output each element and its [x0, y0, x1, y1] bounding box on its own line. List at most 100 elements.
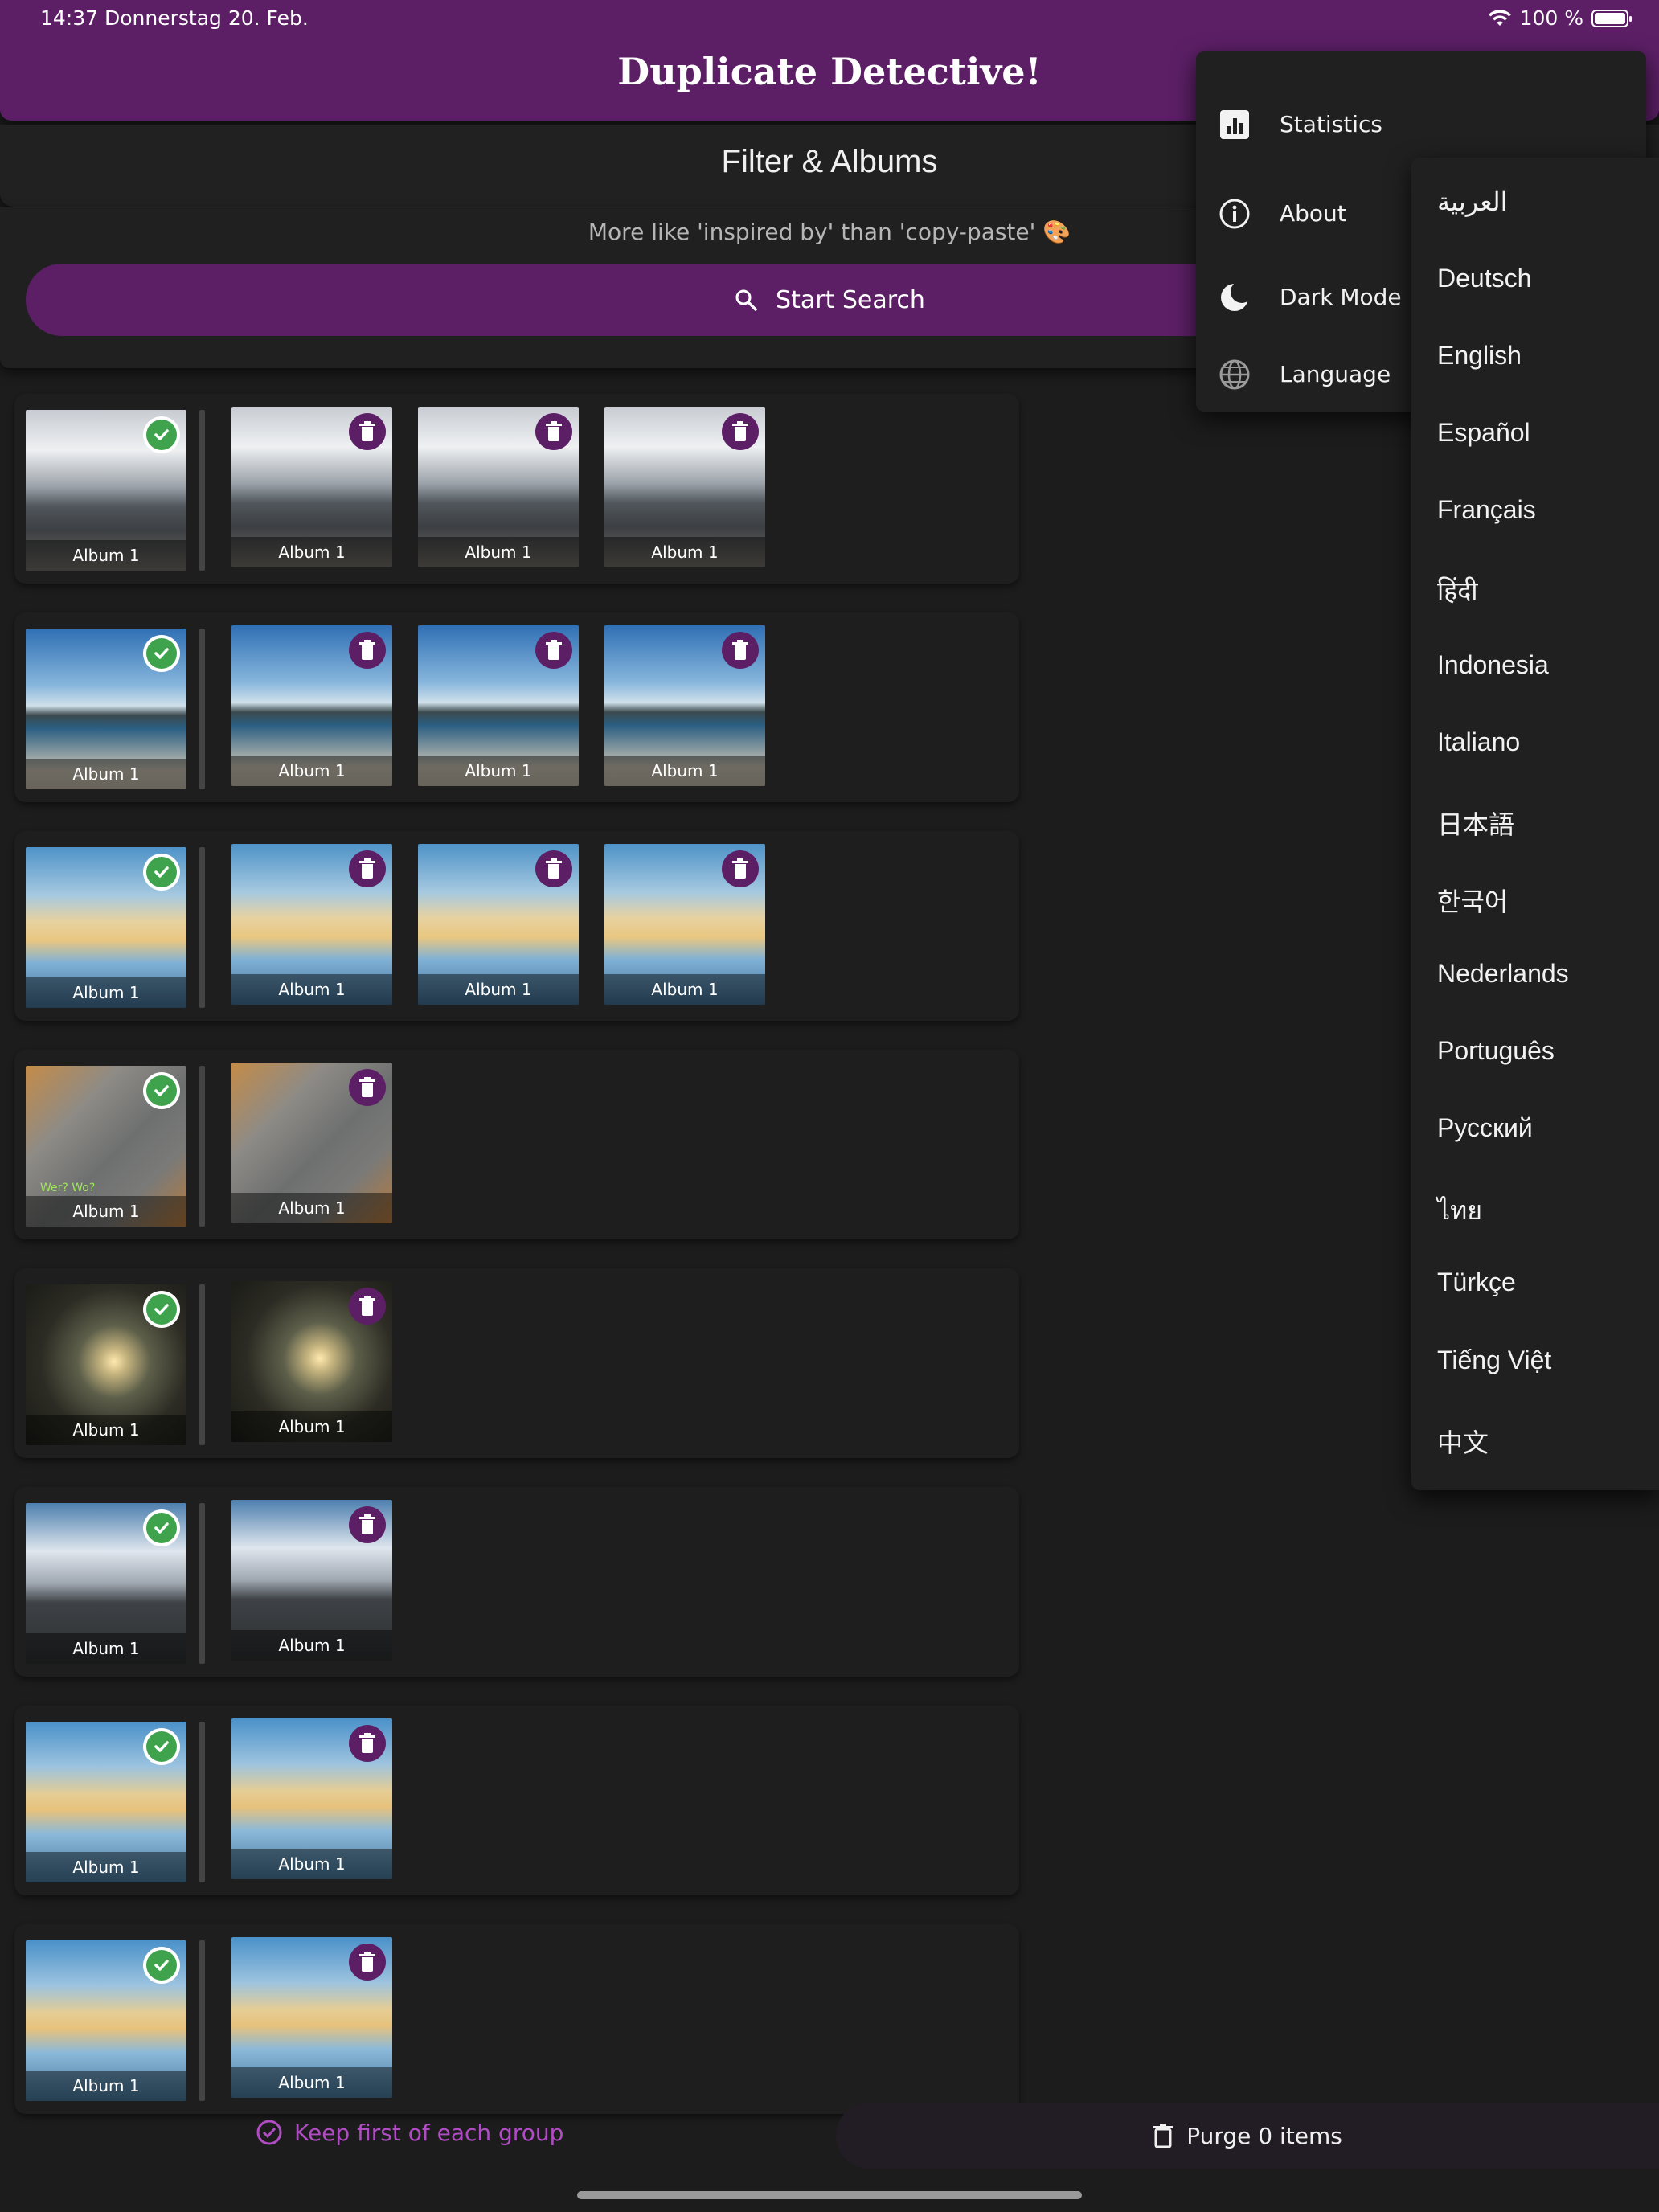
album-label: Album 1 [604, 756, 765, 786]
keep-check-icon[interactable] [143, 1072, 180, 1109]
moon-icon [1219, 281, 1251, 313]
thumbnail-delete[interactable]: Album 1 [231, 844, 392, 1005]
language-option[interactable]: English [1437, 341, 1522, 371]
language-option[interactable]: Português [1437, 1036, 1555, 1066]
album-label: Album 1 [604, 974, 765, 1005]
thumbnail-keep[interactable]: Album 1 [26, 1940, 186, 2101]
album-label: Album 1 [231, 1193, 392, 1223]
language-option[interactable]: Indonesia [1437, 650, 1549, 680]
delete-trash-icon[interactable] [535, 632, 572, 669]
delete-trash-icon[interactable] [349, 850, 386, 887]
thumbnail-delete[interactable]: Album 1 [418, 844, 579, 1005]
language-submenu: العربية Deutsch English Español Français हिंद… [1411, 158, 1659, 1490]
language-option[interactable]: Nederlands [1437, 959, 1569, 989]
thumbnail-delete[interactable]: Album 1 [604, 844, 765, 1005]
album-label: Album 1 [26, 759, 186, 789]
keep-check-icon[interactable] [143, 854, 180, 891]
language-option[interactable]: हिंदी [1437, 573, 1478, 608]
album-label: Album 1 [231, 974, 392, 1005]
album-label: Album 1 [26, 540, 186, 571]
menu-item-statistics[interactable]: Statistics [1196, 88, 1646, 160]
group-divider [199, 1066, 205, 1227]
menu-label: About [1280, 199, 1346, 227]
delete-trash-icon[interactable] [722, 632, 759, 669]
battery-icon [1591, 9, 1632, 27]
language-option[interactable]: Tiếng Việt [1437, 1346, 1551, 1375]
purge-button[interactable]: Purge 0 items [836, 2103, 1659, 2169]
delete-trash-icon[interactable] [349, 413, 386, 450]
thumbnail-keep[interactable]: Wer? Wo? Album 1 [26, 1066, 186, 1227]
delete-trash-icon[interactable] [349, 1069, 386, 1106]
album-label: Album 1 [26, 1852, 186, 1882]
delete-trash-icon[interactable] [535, 413, 572, 450]
album-label: Album 1 [231, 756, 392, 786]
check-circle-icon [256, 2120, 282, 2145]
bar-chart-icon [1219, 109, 1251, 141]
globe-icon [1219, 358, 1251, 391]
keep-check-icon[interactable] [143, 1947, 180, 1984]
thumbnail-delete[interactable]: Album 1 [418, 407, 579, 567]
thumbnail-keep[interactable]: Album 1 [26, 1284, 186, 1445]
album-label: Album 1 [231, 1630, 392, 1661]
status-indicators: 100 % [1488, 6, 1632, 30]
thumbnail-delete[interactable]: Album 1 [231, 407, 392, 567]
keep-check-icon[interactable] [143, 1509, 180, 1546]
thumbnail-delete[interactable]: Album 1 [231, 1281, 392, 1442]
language-option[interactable]: Türkçe [1437, 1268, 1516, 1297]
keep-check-icon[interactable] [143, 1291, 180, 1328]
photo-caption: Wer? Wo? [40, 1182, 96, 1194]
thumbnail-delete[interactable]: Album 1 [231, 1937, 392, 2098]
status-time-date: 14:37 Donnerstag 20. Feb. [40, 6, 309, 30]
group-divider [199, 1503, 205, 1664]
language-option[interactable]: 中文 [1437, 1423, 1489, 1460]
album-label: Album 1 [26, 1196, 186, 1227]
keep-check-icon[interactable] [143, 1728, 180, 1765]
language-option[interactable]: Русский [1437, 1113, 1533, 1143]
group-divider [199, 1940, 205, 2101]
thumbnail-delete[interactable]: Album 1 [604, 407, 765, 567]
thumbnail-keep[interactable]: Album 1 [26, 847, 186, 1008]
menu-label: Dark Mode [1280, 283, 1402, 310]
album-label: Album 1 [26, 1415, 186, 1445]
start-search-label: Start Search [776, 285, 925, 314]
language-option[interactable]: العربية [1437, 186, 1507, 217]
keep-check-icon[interactable] [143, 416, 180, 453]
purge-label: Purge 0 items [1186, 2122, 1342, 2149]
album-label: Album 1 [418, 974, 579, 1005]
info-icon [1219, 198, 1251, 230]
keep-first-button[interactable]: Keep first of each group [256, 2119, 563, 2146]
delete-trash-icon[interactable] [349, 1506, 386, 1543]
language-option[interactable]: ไทย [1437, 1190, 1482, 1231]
thumbnail-keep[interactable]: Album 1 [26, 629, 186, 789]
delete-trash-icon[interactable] [722, 850, 759, 887]
delete-trash-icon[interactable] [349, 1725, 386, 1762]
group-divider [199, 629, 205, 789]
language-option[interactable]: 日本語 [1437, 805, 1514, 842]
thumbnail-delete[interactable]: Album 1 [231, 1718, 392, 1879]
battery-percent: 100 % [1519, 6, 1583, 30]
language-option[interactable]: Deutsch [1437, 264, 1531, 293]
language-option[interactable]: Italiano [1437, 727, 1520, 757]
thumbnail-delete[interactable]: Album 1 [231, 1063, 392, 1223]
album-label: Album 1 [418, 537, 579, 567]
thumbnail-keep[interactable]: Album 1 [26, 1722, 186, 1882]
thumbnail-keep[interactable]: Album 1 [26, 410, 186, 571]
album-label: Album 1 [231, 1849, 392, 1879]
album-label: Album 1 [231, 537, 392, 567]
thumbnail-delete[interactable]: Album 1 [604, 625, 765, 786]
album-label: Album 1 [26, 977, 186, 1008]
thumbnail-delete[interactable]: Album 1 [231, 1500, 392, 1661]
thumbnail-delete[interactable]: Album 1 [418, 625, 579, 786]
thumbnail-delete[interactable]: Album 1 [231, 625, 392, 786]
delete-trash-icon[interactable] [535, 850, 572, 887]
language-option[interactable]: Français [1437, 495, 1536, 525]
group-divider [199, 1722, 205, 1882]
keep-check-icon[interactable] [143, 635, 180, 672]
language-option[interactable]: Español [1437, 418, 1530, 448]
delete-trash-icon[interactable] [349, 632, 386, 669]
delete-trash-icon[interactable] [722, 413, 759, 450]
delete-trash-icon[interactable] [349, 1288, 386, 1325]
thumbnail-keep[interactable]: Album 1 [26, 1503, 186, 1664]
language-option[interactable]: 한국어 [1437, 882, 1508, 919]
delete-trash-icon[interactable] [349, 1944, 386, 1981]
